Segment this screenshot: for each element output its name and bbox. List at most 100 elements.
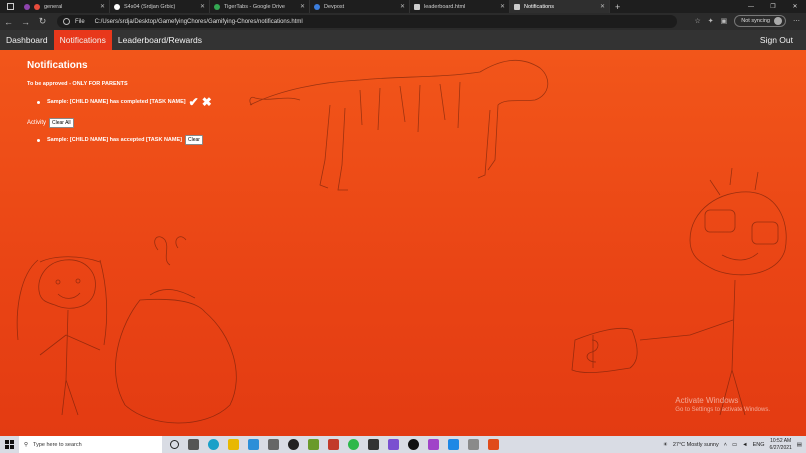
app-icon[interactable] [368, 439, 379, 450]
nav-notifications[interactable]: Notifications [53, 30, 112, 50]
tab-label: TigerTabs - Google Drive [224, 3, 285, 10]
clear-button[interactable]: Clear [184, 135, 203, 145]
extensions-icon[interactable]: ✦ [708, 17, 714, 25]
window-menu-icon[interactable] [0, 0, 20, 13]
nav-sign-out[interactable]: Sign Out [754, 30, 799, 50]
watermark-title: Activate Windows [675, 396, 739, 405]
language-indicator[interactable]: ENG [753, 442, 765, 448]
url-scheme: File [75, 18, 85, 25]
tab-label: Devpost [324, 3, 345, 10]
profile-sync-button[interactable]: Not syncing [734, 15, 786, 27]
refresh-icon[interactable]: ↻ [34, 13, 51, 30]
file-icon [414, 3, 420, 10]
file-explorer-icon[interactable] [228, 439, 239, 450]
clock[interactable]: 10:52 AM 6/27/2021 [770, 438, 792, 452]
taskbar-search-input[interactable]: ⚲ Type here to search [19, 436, 162, 453]
close-window-icon[interactable]: ✕ [784, 0, 806, 13]
cortana-icon[interactable] [170, 440, 179, 449]
app-icon[interactable] [388, 439, 399, 450]
tab-github[interactable]: S4s04 (Srdjan Grbic) ✕ [110, 0, 210, 13]
github-icon [114, 3, 120, 10]
spotify-icon[interactable] [348, 439, 359, 450]
back-icon[interactable]: ← [0, 13, 17, 30]
tab-label: general [44, 3, 63, 10]
file-icon [514, 3, 520, 10]
app-icon[interactable] [488, 439, 499, 450]
tab-label: S4s04 (Srdjan Grbic) [124, 3, 176, 10]
site-navbar: Dashboard Notifications Leaderboard/Rewa… [0, 30, 806, 50]
app-icon[interactable] [428, 439, 439, 450]
tab-label: Notifications [524, 3, 554, 10]
collections-icon[interactable]: ▣ [721, 17, 728, 25]
app-icon[interactable] [308, 439, 319, 450]
nav-leaderboard[interactable]: Leaderboard/Rewards [112, 30, 208, 50]
google-drive-icon [214, 3, 220, 10]
tab-devpost[interactable]: Devpost ✕ [310, 0, 410, 13]
page-title: Notifications [27, 60, 88, 71]
search-placeholder: Type here to search [33, 441, 82, 448]
more-menu-icon[interactable]: ⋯ [793, 17, 800, 25]
minimize-icon[interactable]: — [740, 0, 762, 13]
close-tab-icon[interactable]: ✕ [200, 3, 205, 10]
task-view-icon[interactable] [188, 439, 199, 450]
approve-check-icon[interactable]: ✔ [189, 96, 199, 108]
tab-google-drive[interactable]: TigerTabs - Google Drive ✕ [210, 0, 310, 13]
app-icon[interactable] [408, 439, 419, 450]
app-icon[interactable] [468, 439, 479, 450]
pending-notification-text: Sample: [CHILD NAME] has completed [TASK… [47, 99, 186, 105]
chevron-up-icon[interactable]: ˄ [724, 442, 727, 448]
bullet-icon [37, 138, 40, 142]
maximize-icon[interactable]: ❐ [762, 0, 784, 13]
app-icon[interactable] [328, 439, 339, 450]
tab-favicon-icon [24, 3, 30, 10]
reading-view-icon[interactable]: ☆ [694, 17, 700, 25]
search-icon: ⚲ [24, 441, 29, 448]
browser-tab-strip: general ✕ S4s04 (Srdjan Grbic) ✕ TigerTa… [0, 0, 806, 13]
network-icon[interactable]: ▭ [732, 442, 737, 448]
info-icon[interactable] [63, 18, 70, 25]
weather-text[interactable]: 27°C Mostly sunny [673, 442, 719, 448]
activate-windows-watermark: Activate Windows Go to Settings to activ… [675, 396, 770, 413]
app-icon[interactable] [448, 439, 459, 450]
weather-icon[interactable]: ☀ [663, 442, 668, 448]
tab-leaderboard[interactable]: leaderboard.html ✕ [410, 0, 510, 13]
app-icon[interactable] [288, 439, 299, 450]
store-icon[interactable] [248, 439, 259, 450]
close-tab-icon[interactable]: ✕ [100, 3, 105, 10]
bullet-icon [37, 100, 40, 104]
clear-all-button[interactable]: Clear All [49, 118, 74, 128]
app-icon[interactable] [268, 439, 279, 450]
toolbar-right: ☆ ✦ ▣ Not syncing ⋯ [694, 15, 800, 27]
list-item: Sample: [CHILD NAME] has completed [TASK… [37, 96, 212, 108]
close-tab-icon[interactable]: ✕ [300, 3, 305, 10]
reject-x-icon[interactable]: ✖ [202, 96, 212, 108]
new-tab-icon[interactable]: + [615, 2, 620, 12]
notification-center-icon[interactable]: ▤ [797, 442, 802, 448]
page-content: Notifications To be approved - ONLY FOR … [0, 50, 806, 436]
url-input[interactable]: File C:/Users/srdja/Desktop/GamefyingCho… [57, 15, 677, 28]
background-doodles [16, 59, 787, 424]
activity-label: Activity [27, 120, 47, 126]
tab-notifications[interactable]: Notifications ✕ [510, 0, 610, 13]
clock-time: 10:52 AM [770, 437, 792, 444]
approval-section-label: To be approved - ONLY FOR PARENTS [27, 81, 128, 87]
address-bar: ← → ↻ File C:/Users/srdja/Desktop/Gamefy… [0, 13, 806, 30]
system-tray: ☀ 27°C Mostly sunny ˄ ▭ ◄ ENG 10:52 AM 6… [663, 436, 806, 453]
window-controls: — ❐ ✕ [740, 0, 806, 13]
windows-taskbar: ⚲ Type here to search ☀ 27°C Mostly sunn… [0, 436, 806, 453]
taskbar-apps [170, 439, 499, 450]
edge-icon[interactable] [208, 439, 219, 450]
nav-dashboard[interactable]: Dashboard [0, 30, 54, 50]
volume-icon[interactable]: ◄ [742, 442, 747, 448]
url-text: C:/Users/srdja/Desktop/GamefyingChores/G… [94, 18, 303, 25]
devpost-icon [314, 3, 320, 10]
close-tab-icon[interactable]: ✕ [500, 3, 505, 10]
sync-label: Not syncing [741, 18, 770, 24]
forward-icon[interactable]: → [17, 13, 34, 30]
close-tab-icon[interactable]: ✕ [400, 3, 405, 10]
activity-section: Activity Clear All [27, 118, 74, 128]
windows-start-icon[interactable] [0, 436, 19, 453]
close-tab-icon[interactable]: ✕ [600, 3, 605, 10]
activity-notification-text: Sample: [CHILD NAME] has accepted [TASK … [47, 137, 182, 143]
tab-general[interactable]: general ✕ [20, 0, 110, 13]
